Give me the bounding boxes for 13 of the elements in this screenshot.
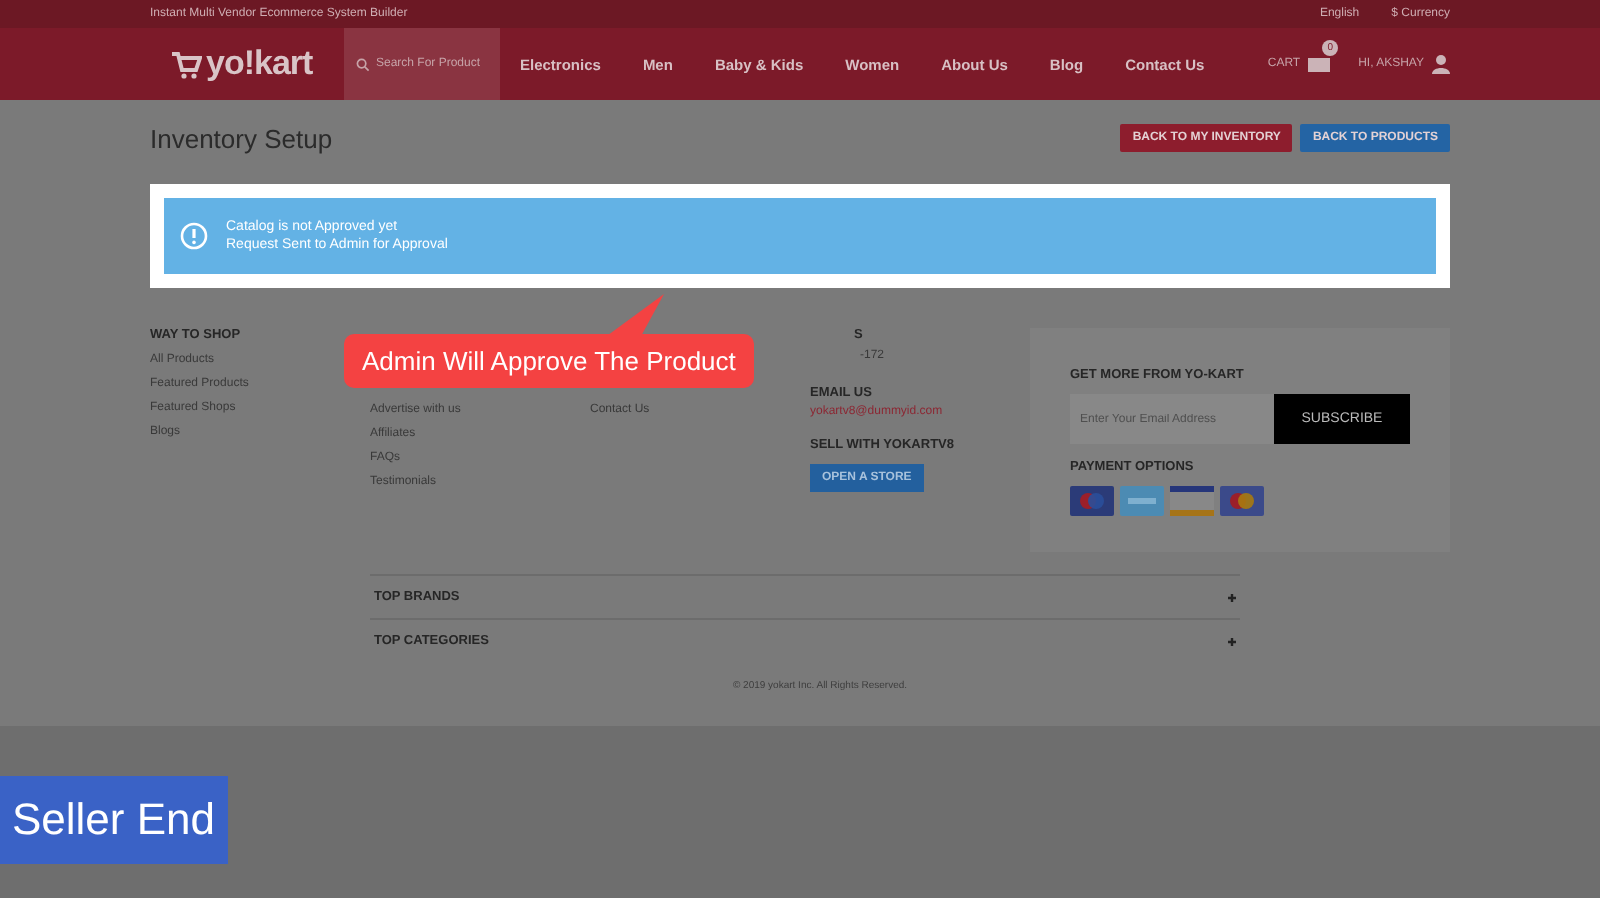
card-icon xyxy=(1120,486,1164,516)
callout-pointer xyxy=(604,294,664,338)
search-icon xyxy=(356,57,370,71)
card-icon xyxy=(1070,486,1114,516)
card-icon xyxy=(1170,486,1214,516)
bag-icon[interactable] xyxy=(1308,52,1331,72)
logo-text[interactable]: yo!kart xyxy=(206,44,313,84)
cart-logo-icon xyxy=(170,48,202,80)
info-icon xyxy=(180,222,208,250)
seller-end-label: Seller End xyxy=(0,776,228,864)
card-icon xyxy=(1220,486,1264,516)
user-icon[interactable] xyxy=(1432,54,1450,74)
page-title: Inventory Setup xyxy=(150,123,333,153)
